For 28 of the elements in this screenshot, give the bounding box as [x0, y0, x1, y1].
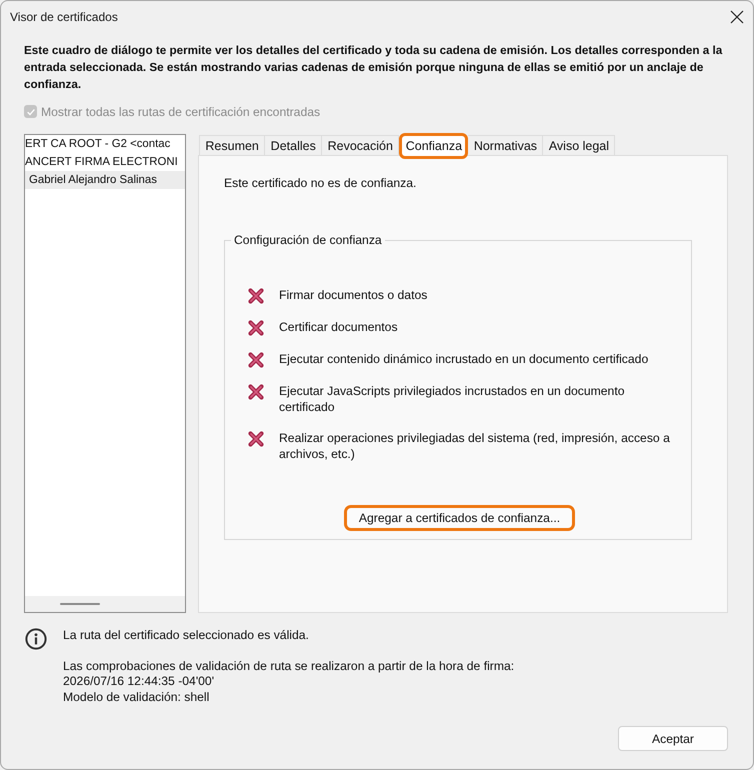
- tab[interactable]: Aviso legal: [543, 135, 616, 155]
- tree-item[interactable]: ERT CA ROOT - G2 <contac: [25, 135, 185, 153]
- group-title: Configuración de confianza: [231, 232, 385, 248]
- validation-detail: Modelo de validación: shell: [63, 690, 210, 705]
- accept-button[interactable]: Aceptar: [618, 726, 728, 751]
- tree-item[interactable]: ANCERT FIRMA ELECTRONI: [25, 153, 185, 171]
- permission-label: Firmar documentos o datos: [279, 288, 428, 304]
- validation-status: La ruta del certificado seleccionado es válida.: [63, 628, 310, 644]
- validation-detail: 2026/07/16 12:44:35 -04'00': [63, 674, 216, 690]
- permission-label: Certificar documentos: [279, 320, 398, 336]
- permission-label: Ejecutar JavaScripts privilegiados incrustados en un documento certificado: [279, 384, 626, 415]
- close-icon[interactable]: [730, 10, 744, 24]
- tree-item[interactable]: Gabriel Alejandro Salinas: [25, 171, 185, 189]
- scrollbar-thumb[interactable]: [60, 603, 100, 605]
- permission-label: Realizar operaciones privilegiadas del sistema (red, impresión, acceso a archivos, etc.): [279, 431, 671, 462]
- validation-detail: Las comprobaciones de validación de ruta se realizaron a partir de la hora de firma:: [63, 658, 514, 674]
- tab[interactable]: Detalles: [265, 135, 322, 155]
- tab[interactable]: Normativas: [468, 135, 544, 155]
- window-title: Visor de certificados: [10, 10, 118, 24]
- horizontal-scrollbar[interactable]: [25, 596, 185, 612]
- permission-label: Ejecutar contenido dinámico incrustado en un documento certificado: [279, 352, 648, 368]
- tab[interactable]: Revocación: [322, 135, 400, 155]
- trust-status-text: Este certificado no es de confianza.: [224, 175, 418, 191]
- info-icon: [25, 628, 47, 650]
- tab[interactable]: Resumen: [199, 135, 266, 155]
- tab[interactable]: Confianza: [399, 133, 468, 159]
- add-to-trusted-button[interactable]: Agregar a certificados de confianza...: [344, 505, 576, 531]
- dialog-description: Este cuadro de diálogo te permite ver los detalles del certificado y toda su cadena de emisión. Los detalles corresponden a la entrada seleccionada. Se están mostrando varias cadenas de emisión porque ninguna de ellas se emitió por un anclaje de confianza.: [24, 43, 724, 93]
